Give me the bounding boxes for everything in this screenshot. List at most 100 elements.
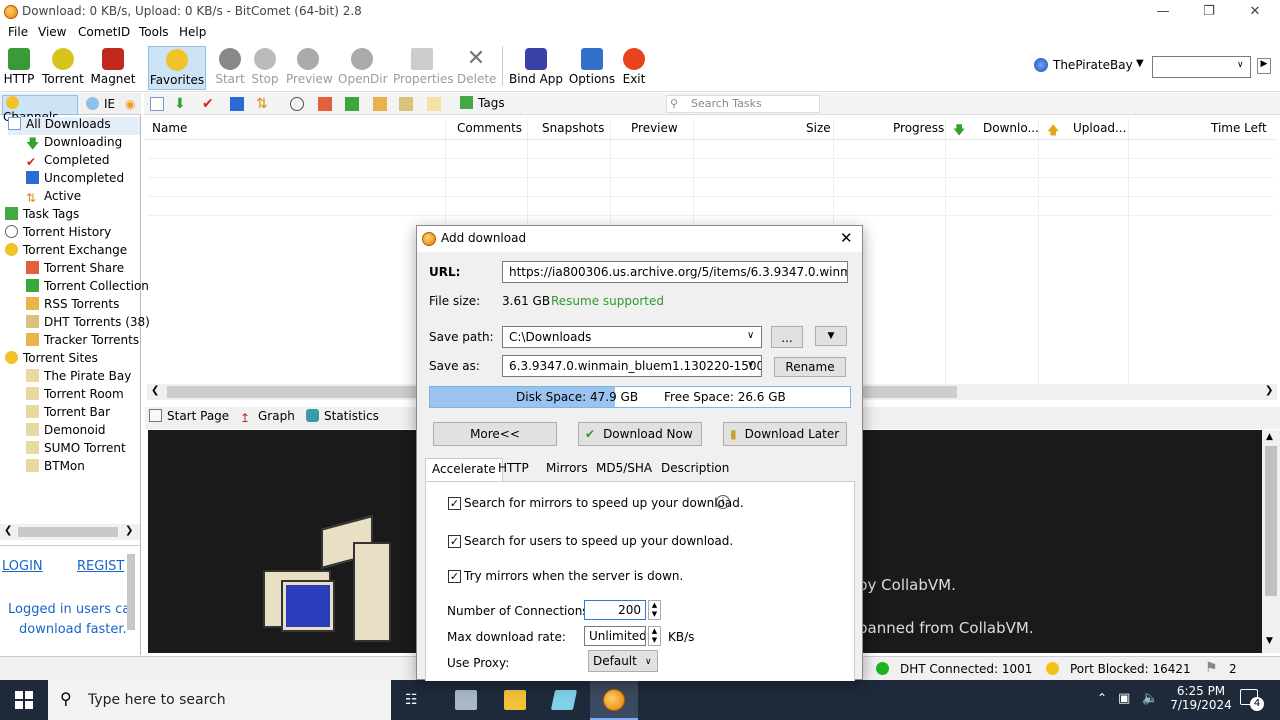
- menu-file[interactable]: File: [8, 25, 28, 39]
- new-task-icon[interactable]: [150, 97, 164, 111]
- dht-filter-icon[interactable]: [399, 97, 413, 111]
- active-icon[interactable]: ⇅: [256, 97, 270, 111]
- toolbar-scroll-button[interactable]: ▶: [1257, 58, 1271, 74]
- volume-muted-icon[interactable]: 🔈: [1142, 691, 1158, 706]
- tab-description[interactable]: Description: [655, 458, 735, 480]
- file-explorer-icon[interactable]: [504, 690, 526, 710]
- col-download[interactable]: Downlo...: [983, 121, 1039, 135]
- sidebar-item-rss-torrents[interactable]: RSS Torrents: [26, 297, 119, 315]
- col-time-left[interactable]: Time Left: [1211, 121, 1267, 135]
- col-name[interactable]: Name: [152, 121, 187, 135]
- sidebar-item-demonoid[interactable]: Demonoid: [26, 423, 106, 441]
- users-search-checkbox[interactable]: ✓: [448, 535, 461, 548]
- sidebar-item-btmon[interactable]: BTMon: [26, 459, 85, 477]
- taskbar-search-box[interactable]: ⚲ Type here to search: [48, 680, 391, 720]
- collection-filter-icon[interactable]: [345, 97, 359, 111]
- bitcomet-taskbar-button[interactable]: [590, 680, 638, 720]
- tab-statistics[interactable]: Statistics: [306, 409, 379, 423]
- minimize-button[interactable]: —: [1152, 2, 1174, 22]
- col-preview[interactable]: Preview: [631, 121, 678, 135]
- save-path-menu-button[interactable]: ▼: [815, 326, 847, 346]
- scroll-thumb[interactable]: [1265, 446, 1277, 596]
- sidebar-item-torrent-history[interactable]: Torrent History: [5, 225, 111, 243]
- tab-mirrors[interactable]: Mirrors: [540, 458, 594, 480]
- save-as-combo[interactable]: 6.3.9347.0.winmain_bluem1.130220-1500_am: [502, 355, 762, 377]
- tab-md5-sha[interactable]: MD5/SHA: [590, 458, 658, 480]
- max-rate-spinner[interactable]: ▲ ▼: [648, 626, 661, 646]
- mirrors-search-checkbox[interactable]: ✓: [448, 497, 461, 510]
- share-filter-icon[interactable]: [318, 97, 332, 111]
- proxy-select[interactable]: Default ∨: [588, 650, 658, 672]
- http-button[interactable]: HTTP: [3, 46, 35, 90]
- task-view-icon[interactable]: ☷: [405, 692, 418, 708]
- close-window-button[interactable]: ✕: [1244, 2, 1266, 22]
- sidebar-item-torrent-sites[interactable]: Torrent Sites: [5, 351, 98, 369]
- torrent-button[interactable]: Torrent: [41, 46, 85, 90]
- properties-button[interactable]: Properties: [393, 46, 454, 90]
- opendir-button[interactable]: OpenDir: [338, 46, 388, 90]
- sidebar-item-completed[interactable]: ✔ Completed: [26, 153, 109, 171]
- connections-input[interactable]: 200: [584, 600, 646, 620]
- tab-http[interactable]: HTTP: [492, 458, 535, 480]
- panel-vscrollbar[interactable]: ▲ ▼: [1262, 430, 1280, 653]
- windows-start-icon[interactable]: [15, 691, 33, 709]
- history-clock-icon[interactable]: [290, 97, 304, 111]
- col-size[interactable]: Size: [806, 121, 831, 135]
- sidebar-item-torrent-bar[interactable]: Torrent Bar: [26, 405, 110, 423]
- tags-filter[interactable]: Tags: [460, 96, 505, 110]
- rss-icon[interactable]: ◉: [125, 97, 135, 111]
- preview-button[interactable]: Preview: [286, 46, 333, 90]
- menu-view[interactable]: View: [38, 25, 66, 39]
- favorites-button[interactable]: Favorites: [148, 46, 206, 90]
- menu-tools[interactable]: Tools: [139, 25, 169, 39]
- connections-spinner[interactable]: ▲ ▼: [648, 600, 661, 620]
- download-later-button[interactable]: ▮ Download Later: [723, 422, 847, 446]
- clock[interactable]: 6:25 PM 7/19/2024: [1168, 684, 1234, 712]
- completed-check-icon[interactable]: ✔: [202, 97, 216, 111]
- menu-help[interactable]: Help: [179, 25, 206, 39]
- menu-cometid[interactable]: CometID: [78, 25, 130, 39]
- tracker-filter-icon[interactable]: [427, 97, 441, 111]
- col-progress[interactable]: Progress: [893, 121, 944, 135]
- url-input[interactable]: https://ia800306.us.archive.org/5/items/…: [502, 261, 848, 283]
- info-icon[interactable]: i: [716, 495, 730, 509]
- save-path-combo[interactable]: C:\Downloads: [502, 326, 762, 348]
- login-vscroll-thumb[interactable]: [127, 554, 135, 630]
- col-snapshots[interactable]: Snapshots: [542, 121, 604, 135]
- bind-app-button[interactable]: Bind App: [508, 46, 564, 90]
- tab-start-page[interactable]: Start Page: [149, 409, 229, 423]
- uncompleted-square-icon[interactable]: [230, 97, 244, 111]
- col-upload[interactable]: Upload...: [1073, 121, 1127, 135]
- rss-filter-icon[interactable]: [373, 97, 387, 111]
- search-tasks-input[interactable]: ⚲ Search Tasks: [666, 95, 820, 113]
- col-comments[interactable]: Comments: [457, 121, 522, 135]
- site-dropdown-arrow-icon[interactable]: ▼: [1136, 58, 1144, 69]
- sidebar-item-tracker-torrents[interactable]: Tracker Torrents: [26, 333, 139, 351]
- sidebar-hscrollbar[interactable]: ❮ ❯: [0, 524, 140, 540]
- login-link[interactable]: LOGIN: [2, 559, 43, 574]
- try-mirrors-checkbox[interactable]: ✓: [448, 570, 461, 583]
- max-rate-input[interactable]: Unlimited: [584, 626, 646, 646]
- browse-button[interactable]: ...: [771, 326, 803, 348]
- delete-button[interactable]: ✕ Delete: [457, 46, 496, 90]
- start-button[interactable]: Start: [214, 46, 246, 90]
- tab-channels[interactable]: Channels: [2, 95, 78, 124]
- explorer-app-icon[interactable]: [455, 690, 477, 710]
- exit-button[interactable]: Exit: [620, 46, 648, 90]
- scroll-thumb[interactable]: [18, 527, 118, 537]
- show-hidden-icons-icon[interactable]: ⌃: [1097, 691, 1107, 705]
- dialog-close-icon[interactable]: ✕: [840, 229, 853, 247]
- download-now-button[interactable]: ✔ Download Now: [578, 422, 702, 446]
- sidebar-item-torrent-room[interactable]: Torrent Room: [26, 387, 124, 405]
- sidebar-item-sumo-torrent[interactable]: SUMO Torrent: [26, 441, 126, 459]
- sidebar-item-downloading[interactable]: 🡇 Downloading: [26, 135, 122, 153]
- stop-button[interactable]: Stop: [250, 46, 280, 90]
- rename-button[interactable]: Rename: [774, 357, 846, 377]
- sidebar-item-dht-torrents[interactable]: DHT Torrents (38): [26, 315, 150, 333]
- download-arrow-icon[interactable]: ⬇: [174, 97, 188, 111]
- tab-ie[interactable]: IE: [86, 97, 115, 111]
- sidebar-item-the-pirate-bay[interactable]: The Pirate Bay: [26, 369, 131, 387]
- sidebar-item-all-downloads[interactable]: All Downloads: [8, 117, 140, 135]
- tab-graph[interactable]: ↥ Graph: [240, 409, 295, 425]
- sidebar-item-torrent-collection[interactable]: Torrent Collection: [26, 279, 149, 297]
